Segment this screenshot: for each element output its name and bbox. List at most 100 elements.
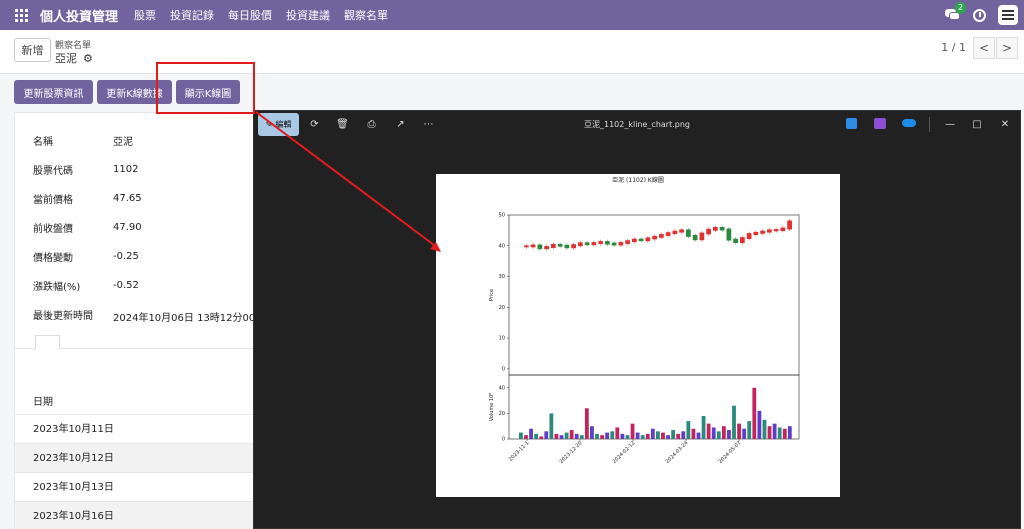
candle-body xyxy=(679,229,684,233)
volume-bar xyxy=(544,431,549,439)
candle-body xyxy=(713,227,718,231)
new-button[interactable]: 新增 xyxy=(14,38,51,62)
volume-bar xyxy=(787,426,792,439)
volume-bar xyxy=(686,421,691,439)
column-header-date[interactable]: 日期 xyxy=(33,393,53,408)
volume-bar xyxy=(554,433,559,439)
candle-body xyxy=(706,228,711,235)
chat-badge: 2 xyxy=(955,2,967,14)
field-label-name: 名稱 xyxy=(33,137,53,148)
pager-previous-button[interactable]: < xyxy=(973,37,995,59)
volume-bar xyxy=(595,433,599,439)
candle-body xyxy=(652,235,657,240)
volume-axis-label: Volume 10⁶ xyxy=(489,393,495,422)
kline-table: 日期 2023年10月11日 2023年10月12日 2023年10月13日 2… xyxy=(14,349,275,529)
field-value-current-price: 47.65 xyxy=(113,193,142,204)
candle-body xyxy=(780,227,786,231)
candle-body xyxy=(638,238,644,242)
pager-next-button[interactable]: > xyxy=(996,37,1018,59)
app-icon-blue[interactable] xyxy=(846,118,857,129)
volume-bar xyxy=(590,426,594,439)
annotation-highlight-box xyxy=(156,62,255,114)
volume-bar xyxy=(706,423,711,439)
field-value-price-change: -0.25 xyxy=(113,251,139,262)
candle-body xyxy=(564,244,570,249)
candle-body xyxy=(719,227,725,231)
candle-body xyxy=(787,220,792,230)
viewer-toolbar: ✎ 編輯 ⟳ 🗑 ⎙ ↗ ⋯ 亞泥_1102_kline_chart.png —… xyxy=(254,111,1020,138)
toolbar-divider xyxy=(929,117,930,132)
volume-bar xyxy=(635,432,640,439)
volume-bar xyxy=(696,432,701,439)
candle-body xyxy=(578,242,583,247)
user-menu-icon[interactable] xyxy=(998,5,1018,25)
volume-bar xyxy=(711,427,716,439)
nav-item-investment-records[interactable]: 投資記錄 xyxy=(170,7,214,23)
app-icon-purple[interactable] xyxy=(874,118,886,129)
photo-viewer-window: ✎ 編輯 ⟳ 🗑 ⎙ ↗ ⋯ 亞泥_1102_kline_chart.png —… xyxy=(253,110,1021,529)
volume-bar xyxy=(519,432,523,439)
chat-icon[interactable]: 2 xyxy=(945,2,967,22)
update-stock-info-button[interactable]: 更新股票資訊 xyxy=(14,80,93,104)
table-row[interactable]: 2023年10月16日 xyxy=(15,501,275,529)
volume-bar xyxy=(549,413,554,439)
volume-bar xyxy=(610,431,615,439)
price-tick-label: 0 xyxy=(502,366,505,372)
notebook-tab[interactable] xyxy=(35,335,60,350)
apps-menu-icon[interactable] xyxy=(6,0,36,30)
volume-bar xyxy=(579,435,584,439)
field-value-code: 1102 xyxy=(113,164,139,175)
volume-bar xyxy=(584,408,589,439)
form-sheet: 名稱 亞泥 股票代碼 1102 當前價格 47.65 前收盤價 47.90 價格… xyxy=(14,112,274,350)
pager-value: 1 / 1 xyxy=(941,41,966,54)
activity-clock-icon[interactable] xyxy=(973,8,986,22)
volume-bar xyxy=(691,428,696,439)
nav-item-watchlist[interactable]: 觀察名單 xyxy=(344,7,388,23)
volume-bar xyxy=(615,427,620,439)
field-label-change-pct: 漲跌幅(%) xyxy=(33,282,81,293)
field-value-last-updated: 2024年10月06日 13時12分00秒 xyxy=(113,313,266,324)
nav-item-investment-advice[interactable]: 投資建議 xyxy=(286,7,330,23)
candle-body xyxy=(625,240,630,244)
minimize-button[interactable]: — xyxy=(943,117,957,131)
app-brand[interactable]: 個人投資管理 xyxy=(40,6,118,25)
gear-icon[interactable]: ⚙ xyxy=(83,52,93,65)
candle-body xyxy=(632,238,637,243)
volume-bar xyxy=(782,428,787,439)
table-row[interactable]: 2023年10月13日 xyxy=(15,472,275,501)
candle-body xyxy=(760,230,765,234)
candle-body xyxy=(544,246,549,250)
candle-body xyxy=(611,242,617,246)
volume-bar xyxy=(747,421,752,439)
candle-body xyxy=(605,241,610,245)
nav-item-stocks[interactable]: 股票 xyxy=(134,7,156,23)
volume-bar xyxy=(676,433,681,439)
maximize-button[interactable]: □ xyxy=(970,117,984,131)
onedrive-icon[interactable] xyxy=(902,119,916,127)
volume-bar xyxy=(732,405,736,439)
volume-bar xyxy=(625,435,630,439)
candle-body xyxy=(767,229,772,233)
volume-bar xyxy=(721,426,726,439)
candle-body xyxy=(524,245,529,248)
candle-body xyxy=(699,232,705,241)
field-value-name: 亞泥 xyxy=(113,137,133,148)
volume-bar xyxy=(650,428,655,439)
candle-body xyxy=(773,229,779,232)
close-button[interactable]: ✕ xyxy=(998,117,1012,131)
volume-bar xyxy=(529,428,533,439)
candle-body xyxy=(591,242,597,246)
table-row[interactable]: 2023年10月11日 xyxy=(15,414,275,443)
nav-item-daily-prices[interactable]: 每日股價 xyxy=(228,7,272,23)
volume-bar xyxy=(767,426,772,439)
volume-bar xyxy=(645,433,650,439)
candle-body xyxy=(733,238,738,243)
price-axis-label: Price xyxy=(489,289,495,301)
x-tick-label: 2024-02-12 xyxy=(612,440,637,465)
table-row[interactable]: 2023年10月12日 xyxy=(15,443,275,472)
candle-body xyxy=(530,244,536,248)
volume-bar xyxy=(605,432,610,439)
price-tick-label: 50 xyxy=(499,213,505,219)
volume-bar xyxy=(620,433,625,439)
volume-bar xyxy=(564,432,569,439)
